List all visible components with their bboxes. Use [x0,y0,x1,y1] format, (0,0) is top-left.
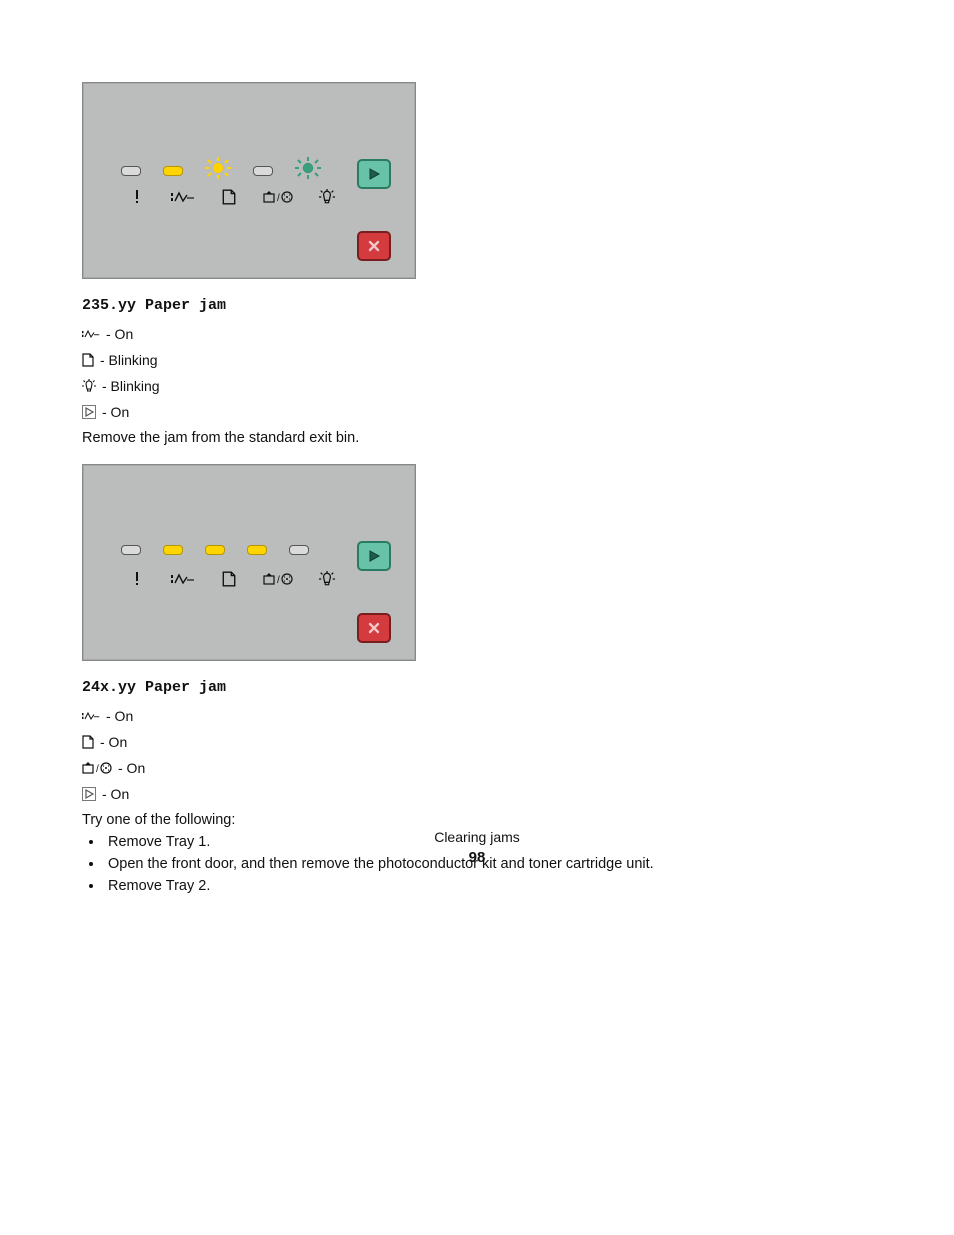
led-3-burst-yellow [205,157,231,179]
go-button[interactable] [357,159,391,189]
status-24x-jam: - On [82,708,872,724]
toner-light-icon [82,379,96,393]
page-footer: Clearing jams 98 [0,829,954,866]
svg-text:/: / [277,575,280,586]
led-row [121,545,309,555]
paper-icon [82,353,94,367]
play-box-icon [82,787,96,801]
status-text: - Blinking [102,378,160,394]
paper-icon [82,735,94,749]
tray-drum-icon: / [263,571,293,587]
jam-icon [171,571,195,587]
led-1-off [121,545,141,555]
status-24x-paper: - On [82,734,872,750]
cancel-button[interactable] [357,613,391,643]
status-235-jam: - On [82,326,872,342]
svg-text:/: / [277,193,280,204]
status-text: - On [102,404,129,420]
status-24x-traydrum: / - On [82,760,872,776]
led-2-on [163,545,183,555]
printer-panel-24x: / [82,464,416,661]
led-4-off [253,166,273,176]
heading-235: 235.yy Paper jam [82,297,872,314]
status-text: - On [106,326,133,342]
exclaim-icon [129,571,145,587]
status-text: - On [118,760,145,776]
instruction-235: Remove the jam from the standard exit bi… [82,430,872,446]
paper-icon [221,189,237,205]
status-text: - On [100,734,127,750]
svg-text:/: / [96,764,99,775]
paper-icon [221,571,237,587]
instruction-24x: Try one of the following: [82,812,872,828]
footer-label: Clearing jams [0,829,954,845]
jam-icon [82,709,100,723]
cancel-button[interactable] [357,231,391,261]
toner-light-icon [319,189,335,205]
panel-icon-row: / [129,189,335,205]
page-number: 98 [0,849,954,866]
toner-light-icon [319,571,335,587]
printer-panel-235: / [82,82,416,279]
jam-icon [82,327,100,341]
led-3-on [205,545,225,555]
led-row [121,163,321,179]
status-235-play: - On [82,404,872,420]
exclaim-icon [129,189,145,205]
led-2-on [163,166,183,176]
panel-icon-row: / [129,571,335,587]
status-text: - On [106,708,133,724]
tray-drum-icon: / [82,761,112,775]
led-5-burst-green [295,157,321,179]
play-box-icon [82,405,96,419]
status-24x-play: - On [82,786,872,802]
heading-24x: 24x.yy Paper jam [82,679,872,696]
status-235-toner: - Blinking [82,378,872,394]
led-5-off [289,545,309,555]
jam-icon [171,189,195,205]
status-text: - On [102,786,129,802]
led-1-off [121,166,141,176]
bullet-item: Remove Tray 2. [104,878,872,894]
status-235-paper: - Blinking [82,352,872,368]
tray-drum-icon: / [263,189,293,205]
led-4-on [247,545,267,555]
status-text: - Blinking [100,352,158,368]
go-button[interactable] [357,541,391,571]
